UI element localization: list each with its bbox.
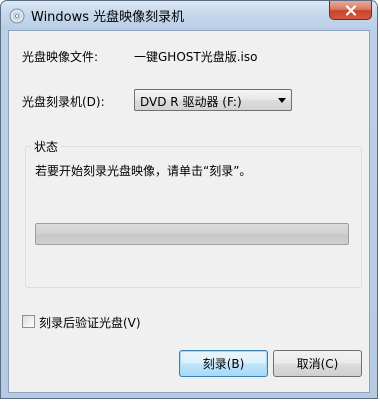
dialog-body: 光盘映像文件: 一键GHOST光盘版.iso 光盘刻录机(D): DVD R 驱… [8,30,370,393]
title-bar[interactable]: Windows 光盘映像刻录机 [1,1,377,30]
status-group-title: 状态 [31,138,62,155]
burner-select[interactable]: DVD R 驱动器 (F:) [134,89,292,111]
disc-burner-icon [9,8,25,24]
burn-progress-bar [35,223,349,245]
image-file-label: 光盘映像文件: [22,50,99,64]
verify-label[interactable]: 刻录后验证光盘(V) [39,314,141,331]
burner-dialog: Windows 光盘映像刻录机 光盘映像文件: 一键GHOST光盘版.iso 光… [0,0,378,399]
close-icon [345,4,356,16]
chevron-down-icon[interactable] [278,98,286,103]
close-button[interactable] [329,1,372,20]
status-message: 若要开始刻录光盘映像，请单击“刻录”。 [35,164,252,178]
burn-button[interactable]: 刻录(B) [179,350,268,377]
image-file-value: 一键GHOST光盘版.iso [134,50,258,64]
window-title: Windows 光盘映像刻录机 [31,10,185,25]
burner-label: 光盘刻录机(D): [22,95,105,109]
cancel-button[interactable]: 取消(C) [273,350,362,377]
burner-select-value: DVD R 驱动器 (F:) [140,95,242,109]
verify-checkbox[interactable] [22,315,35,328]
